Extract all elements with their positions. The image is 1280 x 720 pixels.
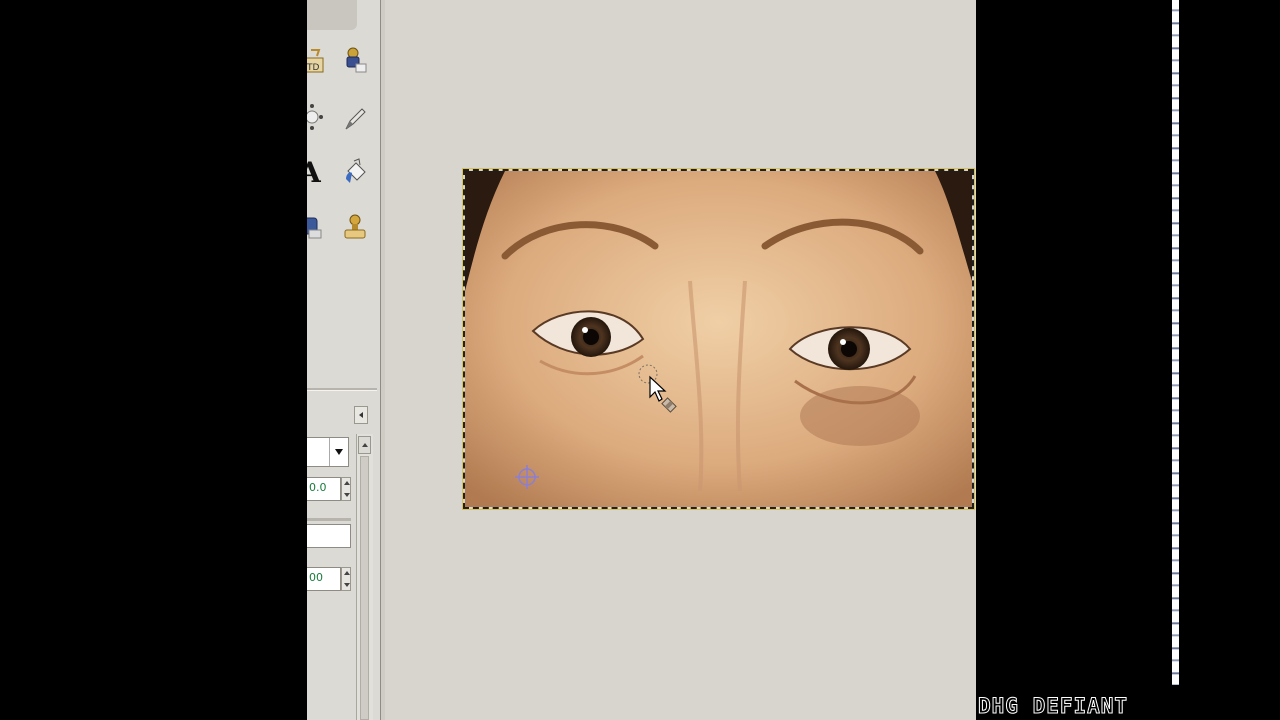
left-black-margin [0, 0, 307, 720]
screen-edge-artifact [1172, 0, 1179, 685]
smudge-tool-icon[interactable] [340, 103, 370, 133]
toolbox-tab-strip [307, 0, 357, 30]
toolbox-panel: TD A 0.0 00 [307, 0, 381, 720]
face-photo [465, 171, 972, 507]
options-scrollbar[interactable] [356, 434, 373, 720]
svg-text:A: A [307, 156, 322, 186]
brush-field[interactable] [307, 524, 351, 548]
scrollbar-thumb[interactable] [360, 456, 369, 720]
text-a-icon[interactable]: A [307, 156, 327, 186]
bucket-fill-icon[interactable] [340, 157, 370, 187]
scale-spinner[interactable] [341, 567, 351, 591]
paint-icon[interactable] [307, 212, 329, 242]
image-layer[interactable] [462, 168, 975, 510]
panel-collapse-button[interactable] [354, 406, 368, 424]
path-tool-icon[interactable]: TD [307, 46, 331, 76]
svg-text:TD: TD [307, 63, 319, 73]
clone-stamp-icon[interactable] [340, 44, 370, 74]
mouse-pointer-icon [647, 375, 687, 423]
options-divider [307, 518, 351, 521]
move-tool-icon[interactable] [307, 102, 329, 132]
watermark-text: DHG DEFIANT [978, 694, 1129, 719]
toolbox-separator [307, 388, 377, 391]
scroll-up-arrow-icon[interactable] [358, 436, 371, 454]
heal-stamp-icon[interactable] [340, 212, 370, 242]
right-black-margin [976, 0, 1280, 720]
chevron-down-icon[interactable] [329, 438, 348, 466]
scale-field[interactable]: 00 [307, 567, 341, 591]
mode-dropdown[interactable] [307, 437, 349, 467]
opacity-spinner[interactable] [341, 477, 351, 501]
opacity-field[interactable]: 0.0 [307, 477, 341, 501]
